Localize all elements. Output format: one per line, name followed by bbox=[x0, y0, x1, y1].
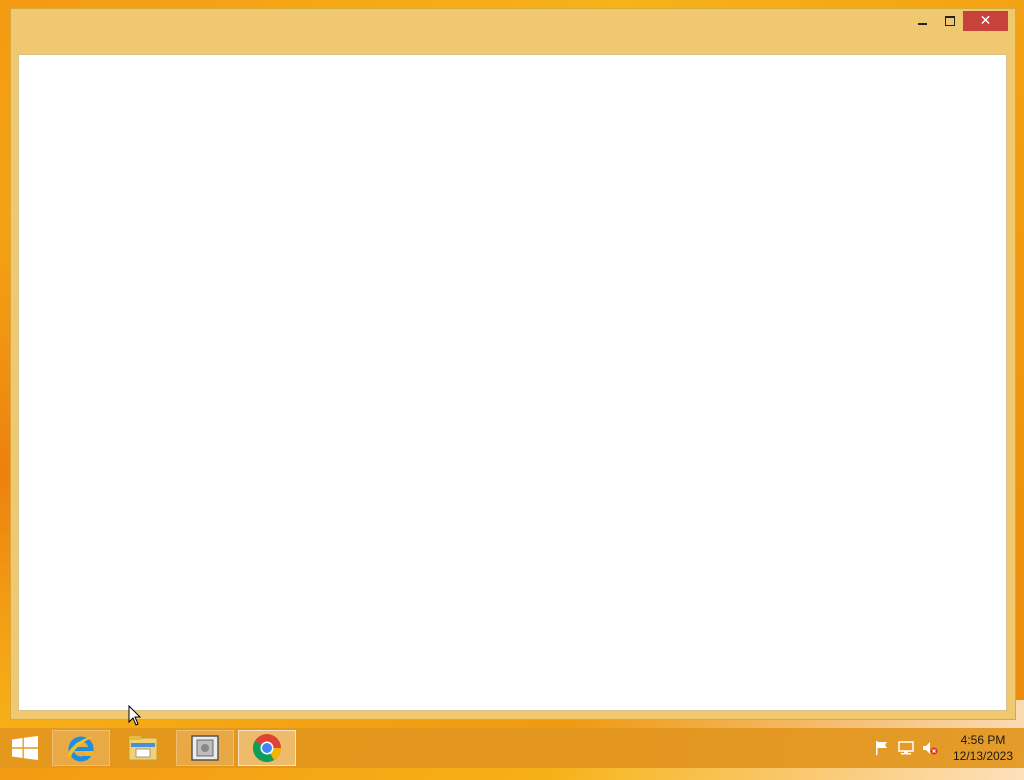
close-button[interactable]: ✕ bbox=[963, 11, 1008, 31]
maximize-button[interactable] bbox=[937, 11, 963, 31]
windows-logo-icon bbox=[12, 736, 38, 760]
taskbar-application[interactable] bbox=[176, 730, 234, 766]
taskbar-google-chrome[interactable] bbox=[238, 730, 296, 766]
minimize-button[interactable] bbox=[909, 11, 935, 31]
network-icon[interactable] bbox=[898, 740, 914, 756]
taskbar-internet-explorer[interactable] bbox=[52, 730, 110, 766]
taskbar-file-explorer[interactable] bbox=[114, 730, 172, 766]
taskbar-clock[interactable]: 4:56 PM 12/13/2023 bbox=[946, 732, 1020, 766]
mouse-cursor-icon bbox=[128, 705, 142, 726]
maximize-icon bbox=[945, 16, 955, 26]
flag-icon[interactable] bbox=[874, 740, 890, 756]
taskbar: 4:56 PM 12/13/2023 bbox=[0, 728, 1024, 768]
clock-time: 4:56 PM bbox=[960, 733, 1006, 747]
minimize-icon bbox=[917, 23, 927, 25]
volume-muted-icon[interactable] bbox=[922, 740, 938, 756]
chrome-icon bbox=[253, 734, 281, 762]
ie-icon bbox=[67, 736, 94, 762]
app-window-icon bbox=[191, 735, 219, 761]
close-icon: ✕ bbox=[979, 13, 992, 29]
folder-icon bbox=[128, 736, 158, 761]
start-button[interactable] bbox=[0, 728, 50, 768]
clock-date: 12/13/2023 bbox=[952, 749, 1014, 763]
window-titlebar[interactable]: ✕ bbox=[11, 9, 1015, 54]
window-content-area[interactable] bbox=[18, 54, 1007, 711]
app-window: ✕ bbox=[10, 8, 1016, 720]
